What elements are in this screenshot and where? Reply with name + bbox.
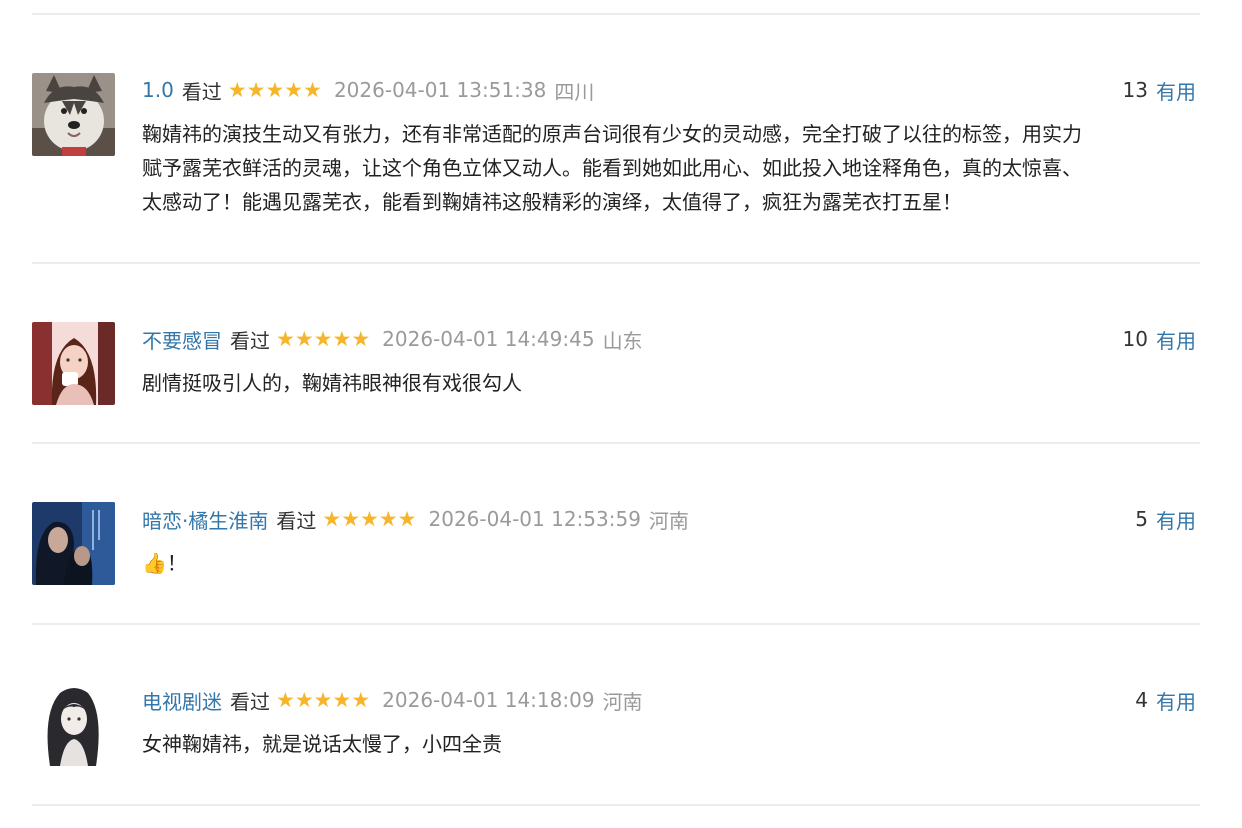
star-icon: ★ xyxy=(276,687,295,712)
helpful-vote: 4 有用 xyxy=(1135,685,1196,715)
star-icon: ★ xyxy=(351,326,371,351)
star-icon: ★ xyxy=(332,326,352,351)
star-icon: ★ xyxy=(284,77,304,102)
review-time: 2026-04-01 12:53:59 xyxy=(428,507,641,531)
username-link[interactable]: 1.0 xyxy=(142,78,174,102)
star-icon: ★ xyxy=(332,687,352,712)
star-icon: ★ xyxy=(276,326,295,351)
star-rating: ★ ★ ★ ★ ★ xyxy=(276,687,371,712)
helpful-count: 13 xyxy=(1122,78,1148,102)
review-content: 女神鞠婧祎，就是说话太慢了，小四全责 xyxy=(142,732,502,756)
review-meta: 1.0 看过 ★ ★ ★ ★ ★ 2026-04-01 13:51:38 四川 xyxy=(142,75,594,105)
helpful-count: 10 xyxy=(1122,327,1148,351)
helpful-button[interactable]: 有用 xyxy=(1156,505,1196,534)
review-meta: 暗恋·橘生淮南 看过 ★ ★ ★ ★ ★ 2026-04-01 12:53:59 河南 xyxy=(142,504,689,534)
review-time: 2026-04-01 14:49:45 xyxy=(382,327,595,351)
review-region: 河南 xyxy=(648,508,689,533)
review-time: 2026-04-01 13:51:38 xyxy=(333,78,547,102)
star-icon: ★ xyxy=(227,77,247,102)
helpful-vote: 13 有用 xyxy=(1123,75,1196,105)
star-icon: ★ xyxy=(294,687,314,712)
star-rating: ★ ★ ★ ★ ★ xyxy=(322,506,417,531)
helpful-button[interactable]: 有用 xyxy=(1156,325,1196,354)
watch-status: 看过 xyxy=(230,689,270,714)
watch-status: 看过 xyxy=(230,328,270,353)
couple-scene-avatar[interactable] xyxy=(32,502,115,585)
review-region: 四川 xyxy=(554,79,595,104)
comment-list: 1.0 看过 ★ ★ ★ ★ ★ 2026-04-01 13:51:38 四川 13 有… xyxy=(0,0,1242,828)
divider xyxy=(32,262,1200,264)
helpful-vote: 10 有用 xyxy=(1123,324,1196,354)
divider xyxy=(32,13,1200,15)
review-content: 👍！ xyxy=(142,551,187,575)
helpful-count: 4 xyxy=(1135,688,1148,712)
divider xyxy=(32,442,1200,444)
username-link[interactable]: 电视剧迷 xyxy=(142,686,222,715)
divider xyxy=(32,804,1200,806)
review-content: 剧情挺吸引人的，鞠婧祎眼神很有戏很勾人 xyxy=(142,371,522,395)
divider xyxy=(32,623,1200,625)
star-icon: ★ xyxy=(360,506,379,531)
girl-portrait-avatar[interactable] xyxy=(32,322,115,405)
star-icon: ★ xyxy=(351,687,371,712)
star-icon: ★ xyxy=(397,506,417,531)
helpful-button[interactable]: 有用 xyxy=(1156,686,1196,715)
helpful-vote: 5 有用 xyxy=(1135,504,1196,534)
anime-girl-avatar[interactable] xyxy=(32,683,115,766)
star-icon: ★ xyxy=(341,506,361,531)
review-time: 2026-04-01 14:18:09 xyxy=(382,688,595,712)
star-icon: ★ xyxy=(378,506,398,531)
star-icon: ★ xyxy=(246,77,266,102)
star-icon: ★ xyxy=(313,326,333,351)
star-rating: ★ ★ ★ ★ ★ xyxy=(276,326,371,351)
helpful-button[interactable]: 有用 xyxy=(1156,76,1196,105)
username-link[interactable]: 不要感冒 xyxy=(142,325,222,354)
star-rating: ★ ★ ★ ★ ★ xyxy=(227,77,322,102)
star-icon: ★ xyxy=(265,77,285,102)
star-icon: ★ xyxy=(313,687,333,712)
star-icon: ★ xyxy=(294,326,314,351)
watch-status: 看过 xyxy=(181,79,222,104)
username-link[interactable]: 暗恋·橘生淮南 xyxy=(142,505,268,534)
husky-dog-avatar[interactable] xyxy=(32,73,115,156)
review-region: 河南 xyxy=(602,689,643,714)
review-region: 山东 xyxy=(602,328,643,353)
review-content: 鞠婧祎的演技生动又有张力，还有非常适配的原声台词很有少女的灵动感，完全打破了以往… xyxy=(142,122,1082,214)
helpful-count: 5 xyxy=(1135,507,1148,531)
review-meta: 不要感冒 看过 ★ ★ ★ ★ ★ 2026-04-01 14:49:45 山东 xyxy=(142,324,643,354)
star-icon: ★ xyxy=(322,506,342,531)
watch-status: 看过 xyxy=(276,508,317,533)
star-icon: ★ xyxy=(303,77,322,102)
review-meta: 电视剧迷 看过 ★ ★ ★ ★ ★ 2026-04-01 14:18:09 河南 xyxy=(142,685,643,715)
